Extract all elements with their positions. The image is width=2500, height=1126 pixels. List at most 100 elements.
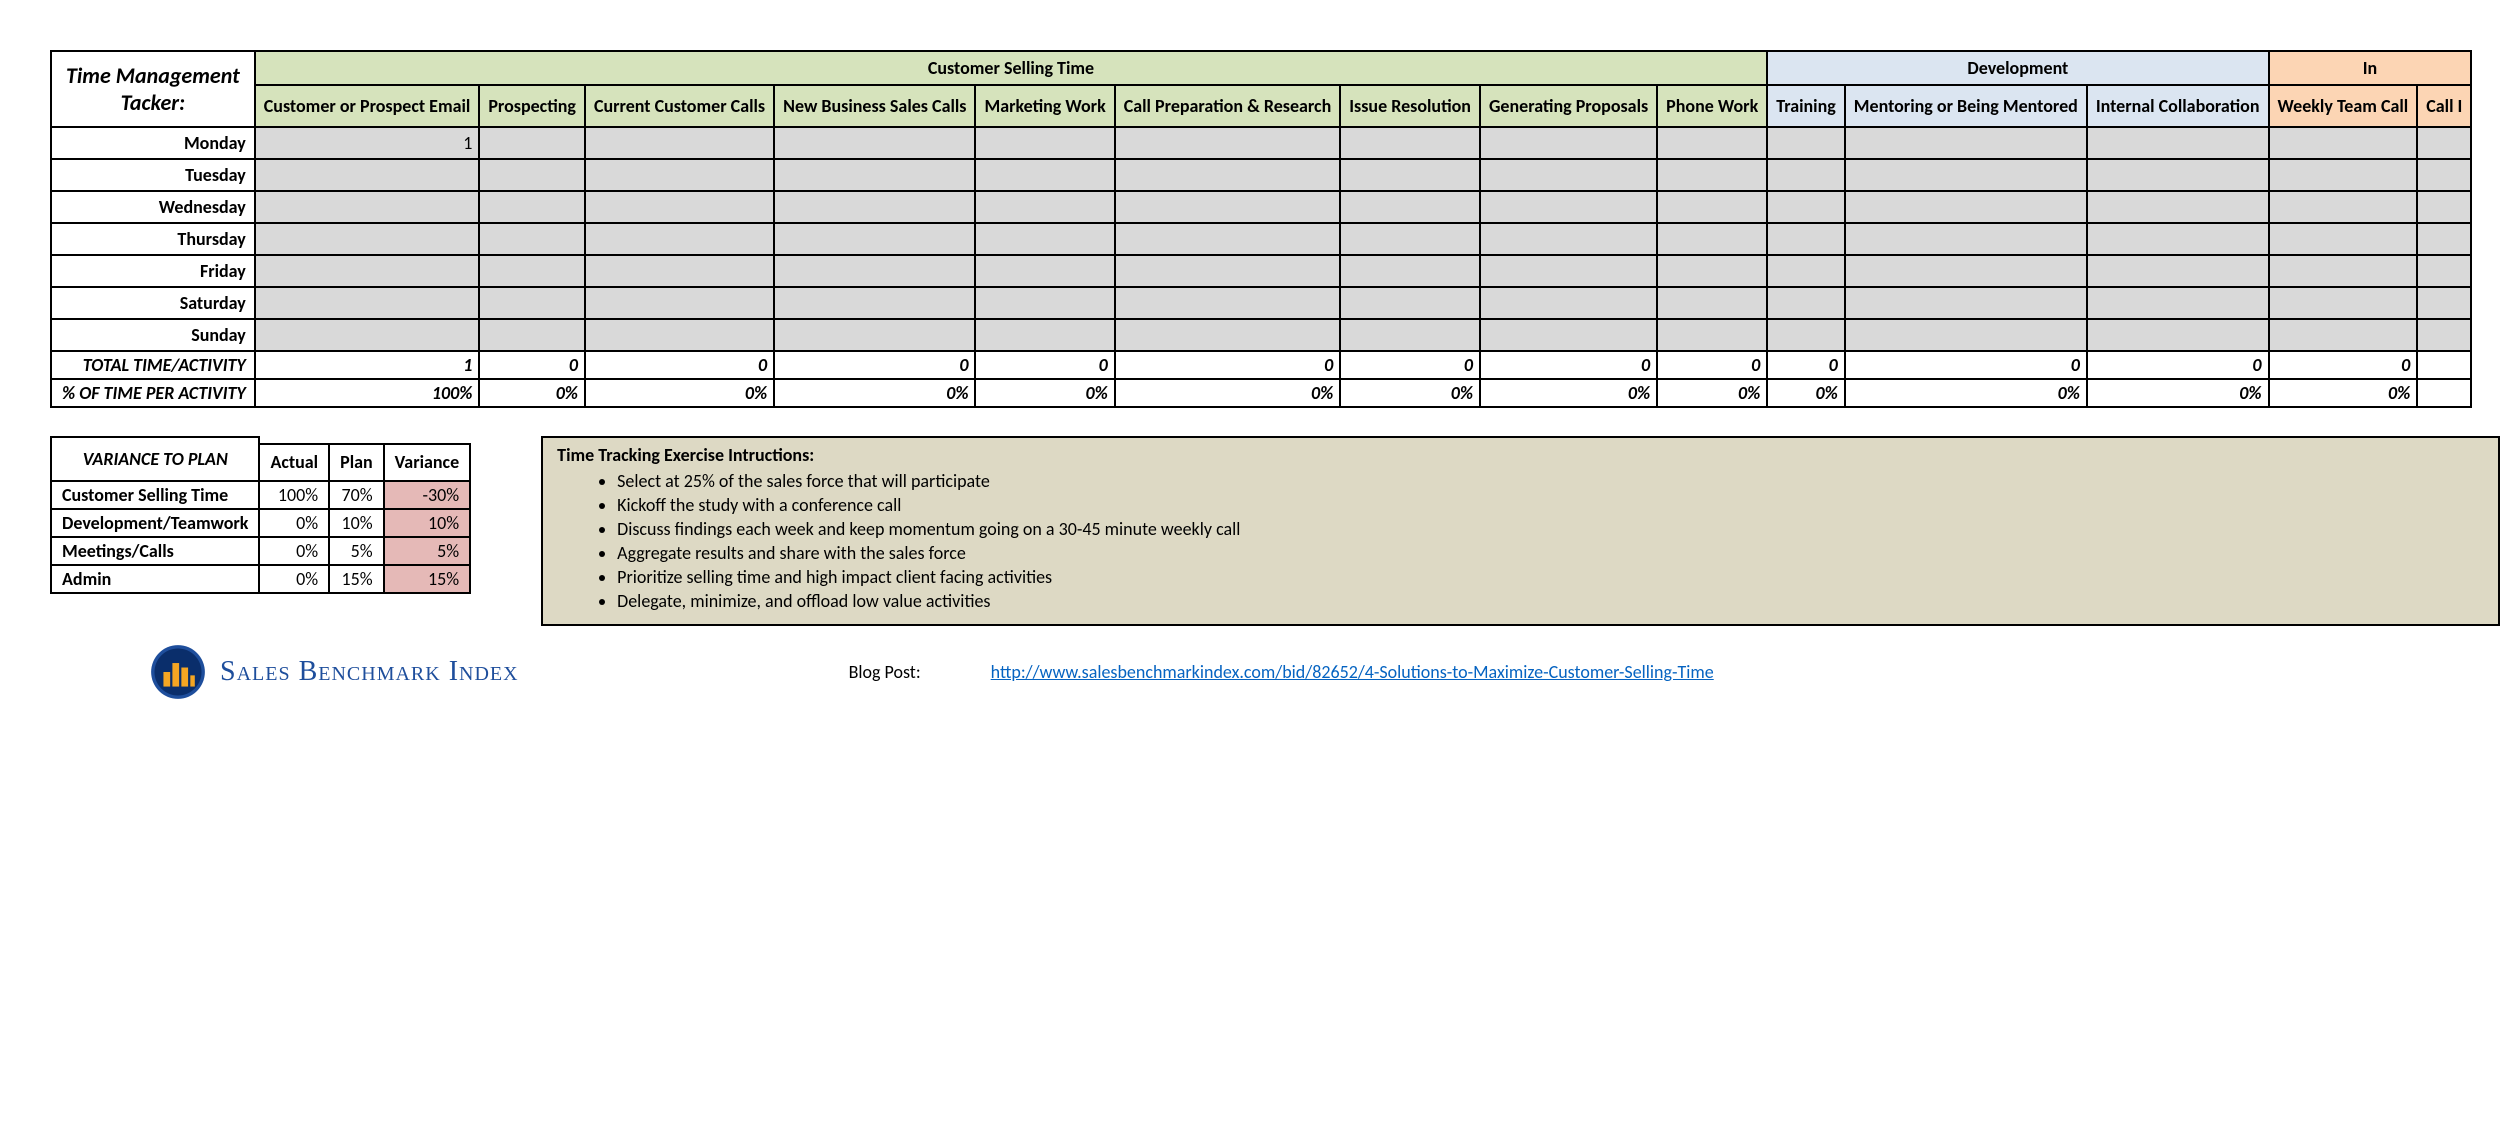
time-cell[interactable]: [1845, 255, 2087, 287]
time-cell[interactable]: [1767, 255, 1845, 287]
time-cell[interactable]: [1480, 127, 1657, 159]
time-cell[interactable]: [1115, 191, 1341, 223]
time-cell[interactable]: [2087, 159, 2269, 191]
time-cell[interactable]: [975, 127, 1114, 159]
time-cell[interactable]: [774, 191, 975, 223]
time-cell[interactable]: [1657, 287, 1767, 319]
time-cell[interactable]: [1115, 255, 1341, 287]
time-cell[interactable]: [1480, 255, 1657, 287]
time-cell[interactable]: [774, 127, 975, 159]
time-cell[interactable]: [774, 223, 975, 255]
time-cell[interactable]: [1480, 287, 1657, 319]
time-cell[interactable]: [975, 255, 1114, 287]
time-cell[interactable]: [1845, 159, 2087, 191]
time-cell[interactable]: [255, 191, 480, 223]
time-cell[interactable]: [1115, 319, 1341, 351]
time-cell[interactable]: [2087, 223, 2269, 255]
time-cell[interactable]: [585, 223, 774, 255]
time-cell[interactable]: [585, 255, 774, 287]
variance-row-label: Development/Teamwork: [51, 509, 259, 537]
time-cell[interactable]: [2417, 255, 2471, 287]
time-cell[interactable]: [2417, 159, 2471, 191]
time-cell[interactable]: [1340, 127, 1480, 159]
time-cell[interactable]: [2087, 127, 2269, 159]
time-cell[interactable]: [1845, 287, 2087, 319]
time-cell[interactable]: [1767, 287, 1845, 319]
time-cell[interactable]: [1657, 159, 1767, 191]
time-cell[interactable]: [1657, 319, 1767, 351]
time-cell[interactable]: [1657, 191, 1767, 223]
time-cell[interactable]: [479, 191, 585, 223]
time-cell[interactable]: [2087, 255, 2269, 287]
time-cell[interactable]: [2087, 287, 2269, 319]
time-cell[interactable]: [774, 255, 975, 287]
time-cell[interactable]: [1767, 223, 1845, 255]
time-cell[interactable]: [255, 223, 480, 255]
time-cell[interactable]: [2417, 127, 2471, 159]
time-cell[interactable]: [255, 319, 480, 351]
time-cell[interactable]: [2417, 287, 2471, 319]
time-cell[interactable]: [975, 223, 1114, 255]
time-cell[interactable]: [1340, 223, 1480, 255]
time-cell[interactable]: [1115, 287, 1341, 319]
time-cell[interactable]: [255, 255, 480, 287]
time-cell[interactable]: [1115, 223, 1341, 255]
time-cell[interactable]: [1480, 159, 1657, 191]
time-cell[interactable]: [1115, 127, 1341, 159]
time-cell[interactable]: [479, 223, 585, 255]
time-cell[interactable]: [479, 287, 585, 319]
time-cell[interactable]: [2417, 319, 2471, 351]
time-cell[interactable]: [1480, 223, 1657, 255]
time-cell[interactable]: [585, 287, 774, 319]
time-cell[interactable]: [1845, 191, 2087, 223]
time-cell[interactable]: [774, 287, 975, 319]
time-cell[interactable]: [2269, 127, 2418, 159]
time-cell[interactable]: [1767, 159, 1845, 191]
time-cell[interactable]: [975, 191, 1114, 223]
time-cell[interactable]: [1767, 191, 1845, 223]
time-cell[interactable]: [2417, 223, 2471, 255]
time-cell[interactable]: [479, 159, 585, 191]
blog-post-link[interactable]: http://www.salesbenchmarkindex.com/bid/8…: [991, 661, 1714, 683]
time-cell[interactable]: [1657, 223, 1767, 255]
time-cell[interactable]: [1845, 319, 2087, 351]
time-cell[interactable]: [1340, 287, 1480, 319]
time-cell[interactable]: [1340, 319, 1480, 351]
time-cell[interactable]: [1657, 255, 1767, 287]
time-cell[interactable]: [1340, 255, 1480, 287]
time-cell[interactable]: [1115, 159, 1341, 191]
time-cell[interactable]: [2269, 319, 2418, 351]
time-cell[interactable]: [975, 287, 1114, 319]
time-cell[interactable]: [585, 319, 774, 351]
time-cell[interactable]: [2269, 159, 2418, 191]
time-cell[interactable]: [1480, 319, 1657, 351]
time-cell[interactable]: [774, 319, 975, 351]
time-cell[interactable]: [2087, 319, 2269, 351]
time-cell[interactable]: [479, 127, 585, 159]
time-cell[interactable]: [1845, 223, 2087, 255]
time-cell[interactable]: [975, 319, 1114, 351]
time-cell[interactable]: [1340, 159, 1480, 191]
time-cell[interactable]: [1480, 191, 1657, 223]
time-cell[interactable]: [255, 159, 480, 191]
time-cell[interactable]: [2269, 255, 2418, 287]
time-cell[interactable]: [1767, 127, 1845, 159]
time-cell[interactable]: 1: [255, 127, 480, 159]
time-cell[interactable]: [1845, 127, 2087, 159]
time-cell[interactable]: [1340, 191, 1480, 223]
time-cell[interactable]: [479, 255, 585, 287]
time-cell[interactable]: [585, 127, 774, 159]
time-cell[interactable]: [2087, 191, 2269, 223]
time-cell[interactable]: [2417, 191, 2471, 223]
time-cell[interactable]: [1767, 319, 1845, 351]
time-cell[interactable]: [255, 287, 480, 319]
time-cell[interactable]: [479, 319, 585, 351]
time-cell[interactable]: [2269, 191, 2418, 223]
time-cell[interactable]: [1657, 127, 1767, 159]
time-cell[interactable]: [585, 191, 774, 223]
time-cell[interactable]: [585, 159, 774, 191]
time-cell[interactable]: [774, 159, 975, 191]
time-cell[interactable]: [2269, 223, 2418, 255]
time-cell[interactable]: [975, 159, 1114, 191]
time-cell[interactable]: [2269, 287, 2418, 319]
